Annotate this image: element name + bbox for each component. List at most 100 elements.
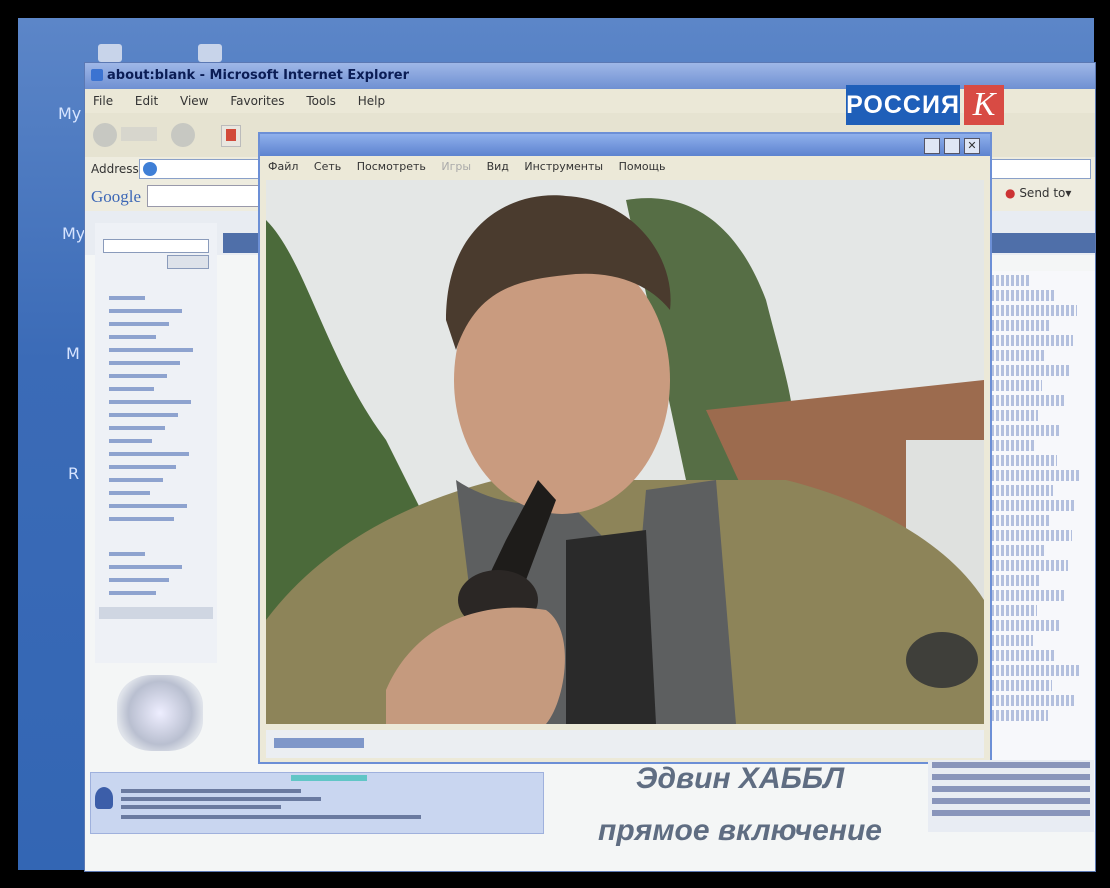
right-column-link[interactable]	[991, 335, 1073, 346]
right-column-link[interactable]	[991, 395, 1065, 406]
sidebar-link[interactable]	[95, 547, 217, 560]
stop-icon[interactable]	[221, 125, 241, 147]
sidebar-link[interactable]	[95, 382, 217, 395]
forward-icon[interactable]	[171, 123, 195, 147]
sidebar-link[interactable]	[95, 512, 217, 525]
decorative-flower-image	[117, 675, 203, 751]
sidebar-link[interactable]	[95, 291, 217, 304]
right-column-link[interactable]	[991, 275, 1031, 286]
right-column-link[interactable]	[991, 635, 1033, 646]
player-control-bar	[266, 730, 984, 758]
right-column-link[interactable]	[991, 305, 1077, 316]
sidebar-link[interactable]	[95, 330, 217, 343]
right-column-link[interactable]	[991, 590, 1064, 601]
right-column-link[interactable]	[991, 350, 1046, 361]
google-logo: Google	[91, 187, 142, 206]
sidebar-link[interactable]	[95, 486, 217, 499]
right-column-link[interactable]	[991, 560, 1068, 571]
status-info-panel	[90, 772, 544, 834]
player-menu-tools[interactable]: Инструменты	[524, 160, 603, 173]
desktop-icon-label[interactable]: R	[68, 464, 79, 483]
sidebar-link[interactable]	[95, 560, 217, 573]
sidebar-link[interactable]	[95, 369, 217, 382]
right-column-link[interactable]	[991, 710, 1048, 721]
right-column-link[interactable]	[991, 575, 1041, 586]
back-button-label[interactable]	[121, 127, 157, 141]
sidebar-heading	[95, 533, 217, 547]
page-icon	[143, 162, 157, 176]
right-column-link[interactable]	[991, 620, 1060, 631]
maximize-icon[interactable]	[944, 138, 960, 154]
sidebar-link[interactable]	[95, 499, 217, 512]
right-column-link[interactable]	[991, 530, 1072, 541]
player-menu-view[interactable]: Посмотреть	[357, 160, 426, 173]
right-column-link[interactable]	[991, 680, 1052, 691]
player-menu-games[interactable]: Игры	[441, 160, 471, 173]
page-links-panel	[928, 760, 1094, 832]
sidebar-heading	[95, 223, 217, 237]
player-menu-look[interactable]: Вид	[487, 160, 509, 173]
send-to-button[interactable]: ● Send to▾	[1005, 186, 1083, 206]
right-column-link[interactable]	[991, 515, 1049, 526]
sidebar-link[interactable]	[95, 421, 217, 434]
right-column-link[interactable]	[991, 290, 1054, 301]
ie-icon	[91, 69, 103, 81]
desktop-icon[interactable]	[198, 44, 222, 62]
sidebar-search-input[interactable]	[103, 239, 209, 253]
sidebar-link[interactable]	[95, 573, 217, 586]
right-column-link[interactable]	[991, 500, 1076, 511]
close-icon[interactable]: ✕	[964, 138, 980, 154]
video-frame	[266, 180, 984, 724]
right-column-link[interactable]	[991, 485, 1053, 496]
right-column-link[interactable]	[991, 440, 1034, 451]
sidebar-link[interactable]	[95, 473, 217, 486]
right-column-link[interactable]	[991, 605, 1037, 616]
sidebar-link[interactable]	[95, 304, 217, 317]
sidebar-link[interactable]	[95, 317, 217, 330]
right-column-link[interactable]	[991, 470, 1080, 481]
sidebar-link[interactable]	[95, 395, 217, 408]
right-column-link[interactable]	[991, 380, 1042, 391]
player-menu-network[interactable]: Сеть	[314, 160, 341, 173]
right-column-link[interactable]	[991, 455, 1057, 466]
sidebar-link[interactable]	[95, 434, 217, 447]
sidebar-link[interactable]	[95, 447, 217, 460]
browser-title: about:blank - Microsoft Internet Explore…	[107, 68, 410, 83]
video-still-image	[266, 180, 984, 724]
menu-view[interactable]: View	[180, 94, 208, 108]
desktop-icon-label[interactable]: M	[66, 344, 80, 363]
right-column-link[interactable]	[991, 545, 1045, 556]
sidebar-link[interactable]	[95, 460, 217, 473]
right-column-link[interactable]	[991, 695, 1075, 706]
player-title-bar[interactable]: ✕	[260, 134, 990, 156]
menu-favorites[interactable]: Favorites	[230, 94, 284, 108]
sidebar-search-button[interactable]	[167, 255, 209, 269]
right-column-link[interactable]	[991, 320, 1050, 331]
page-right-column	[985, 271, 1095, 831]
sidebar-link[interactable]	[95, 586, 217, 599]
right-column-link[interactable]	[991, 410, 1038, 421]
channel-logo: РОССИЯ К	[846, 85, 1004, 125]
minimize-icon[interactable]	[924, 138, 940, 154]
sidebar-link[interactable]	[95, 356, 217, 369]
sidebar-link[interactable]	[95, 408, 217, 421]
back-icon[interactable]	[93, 123, 117, 147]
right-column-link[interactable]	[991, 650, 1056, 661]
menu-edit[interactable]: Edit	[135, 94, 158, 108]
right-column-link[interactable]	[991, 365, 1069, 376]
channel-logo-letter: К	[964, 85, 1004, 125]
desktop-icon-label[interactable]: My	[62, 224, 85, 243]
google-search-input[interactable]	[147, 185, 259, 207]
seek-bar[interactable]	[274, 738, 364, 748]
player-menu-file[interactable]: Файл	[268, 160, 298, 173]
sidebar-link[interactable]	[95, 343, 217, 356]
menu-help[interactable]: Help	[358, 94, 385, 108]
menu-file[interactable]: File	[93, 94, 113, 108]
right-column-link[interactable]	[991, 665, 1079, 676]
menu-tools[interactable]: Tools	[306, 94, 336, 108]
desktop-icon[interactable]	[98, 44, 122, 62]
desktop-icon-label[interactable]: My	[58, 104, 81, 123]
player-menu-help[interactable]: Помощь	[619, 160, 666, 173]
address-label: Address	[91, 162, 139, 176]
right-column-link[interactable]	[991, 425, 1061, 436]
